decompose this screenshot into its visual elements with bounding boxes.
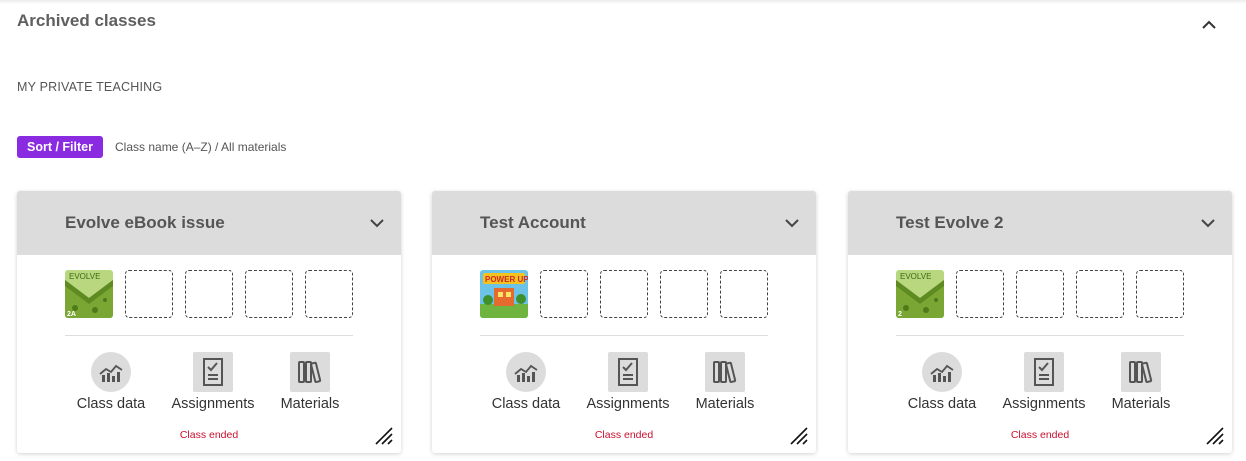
class-status: Class ended — [1010, 429, 1070, 441]
class-data-icon — [922, 352, 962, 392]
class-data-button[interactable]: Class data — [56, 352, 166, 412]
assignments-icon — [193, 352, 233, 392]
class-books: EVOLVE 2A — [65, 270, 353, 319]
assignments-label: Assignments — [171, 396, 255, 412]
chevron-down-icon — [370, 218, 384, 227]
class-menu-toggle[interactable] — [367, 213, 387, 233]
class-data-label: Class data — [907, 396, 977, 412]
class-data-button[interactable]: Class data — [471, 352, 581, 412]
assignments-button[interactable]: Assignments — [158, 352, 268, 412]
class-status: Class ended — [594, 429, 654, 441]
empty-book-slot[interactable] — [1136, 270, 1184, 318]
svg-text:2: 2 — [898, 311, 902, 318]
power-up-book-cover[interactable]: POWER UP — [480, 270, 528, 318]
collapse-section-button[interactable] — [1197, 12, 1221, 36]
chevron-up-icon — [1202, 20, 1216, 29]
resize-handle-icon[interactable] — [787, 424, 809, 446]
assignments-button[interactable]: Assignments — [989, 352, 1099, 412]
evolve-book-cover[interactable]: EVOLVE 2 — [896, 270, 944, 318]
empty-book-slot[interactable] — [720, 270, 768, 318]
class-card-header: Test Evolve 2 — [848, 191, 1232, 255]
class-data-icon — [506, 352, 546, 392]
class-data-icon — [91, 352, 131, 392]
class-card: Test Account POWER UP Class data Assignm… — [432, 191, 816, 453]
materials-button[interactable]: Materials — [1086, 352, 1196, 412]
assignments-label: Assignments — [1002, 396, 1086, 412]
sort-filter-description: Class name (A–Z) / All materials — [115, 140, 287, 154]
empty-book-slot[interactable] — [185, 270, 233, 318]
empty-book-slot[interactable] — [1016, 270, 1064, 318]
class-title: Test Account — [480, 213, 586, 232]
class-card: Test Evolve 2 EVOLVE 2 Class data Assign… — [848, 191, 1232, 453]
materials-label: Materials — [1111, 396, 1171, 412]
class-status: Class ended — [179, 429, 239, 441]
materials-icon — [705, 352, 745, 392]
assignments-label: Assignments — [586, 396, 670, 412]
resize-handle-icon[interactable] — [372, 424, 394, 446]
materials-icon — [1121, 352, 1161, 392]
class-card-header: Test Account — [432, 191, 816, 255]
empty-book-slot[interactable] — [1076, 270, 1124, 318]
resize-handle-icon[interactable] — [1203, 424, 1225, 446]
svg-text:POWER UP: POWER UP — [485, 275, 528, 284]
class-card-header: Evolve eBook issue — [17, 191, 401, 255]
sort-filter-button[interactable]: Sort / Filter — [17, 136, 103, 158]
class-data-label: Class data — [491, 396, 561, 412]
class-books: POWER UP — [480, 270, 768, 319]
class-title: Test Evolve 2 — [896, 213, 1004, 232]
materials-label: Materials — [695, 396, 755, 412]
materials-button[interactable]: Materials — [670, 352, 780, 412]
materials-icon — [290, 352, 330, 392]
assignments-icon — [1024, 352, 1064, 392]
assignments-icon — [608, 352, 648, 392]
empty-book-slot[interactable] — [540, 270, 588, 318]
evolve-book-cover[interactable]: EVOLVE 2A — [65, 270, 113, 318]
class-menu-toggle[interactable] — [1198, 213, 1218, 233]
class-card: Evolve eBook issue EVOLVE 2A Class data … — [17, 191, 401, 453]
group-label: MY PRIVATE TEACHING — [17, 80, 163, 94]
top-shadow — [0, 0, 1246, 4]
assignments-button[interactable]: Assignments — [573, 352, 683, 412]
divider — [480, 335, 768, 336]
empty-book-slot[interactable] — [125, 270, 173, 318]
divider — [65, 335, 353, 336]
empty-book-slot[interactable] — [245, 270, 293, 318]
section-title: Archived classes — [17, 11, 156, 30]
svg-text:2A: 2A — [67, 311, 76, 318]
class-books: EVOLVE 2 — [896, 270, 1184, 319]
chevron-down-icon — [1201, 218, 1215, 227]
class-data-button[interactable]: Class data — [887, 352, 997, 412]
empty-book-slot[interactable] — [956, 270, 1004, 318]
class-menu-toggle[interactable] — [782, 213, 802, 233]
empty-book-slot[interactable] — [600, 270, 648, 318]
materials-button[interactable]: Materials — [255, 352, 365, 412]
empty-book-slot[interactable] — [305, 270, 353, 318]
materials-label: Materials — [280, 396, 340, 412]
chevron-down-icon — [785, 218, 799, 227]
divider — [896, 335, 1184, 336]
empty-book-slot[interactable] — [660, 270, 708, 318]
svg-text:EVOLVE: EVOLVE — [69, 272, 100, 281]
class-data-label: Class data — [76, 396, 146, 412]
class-title: Evolve eBook issue — [65, 213, 225, 232]
svg-text:EVOLVE: EVOLVE — [900, 272, 931, 281]
